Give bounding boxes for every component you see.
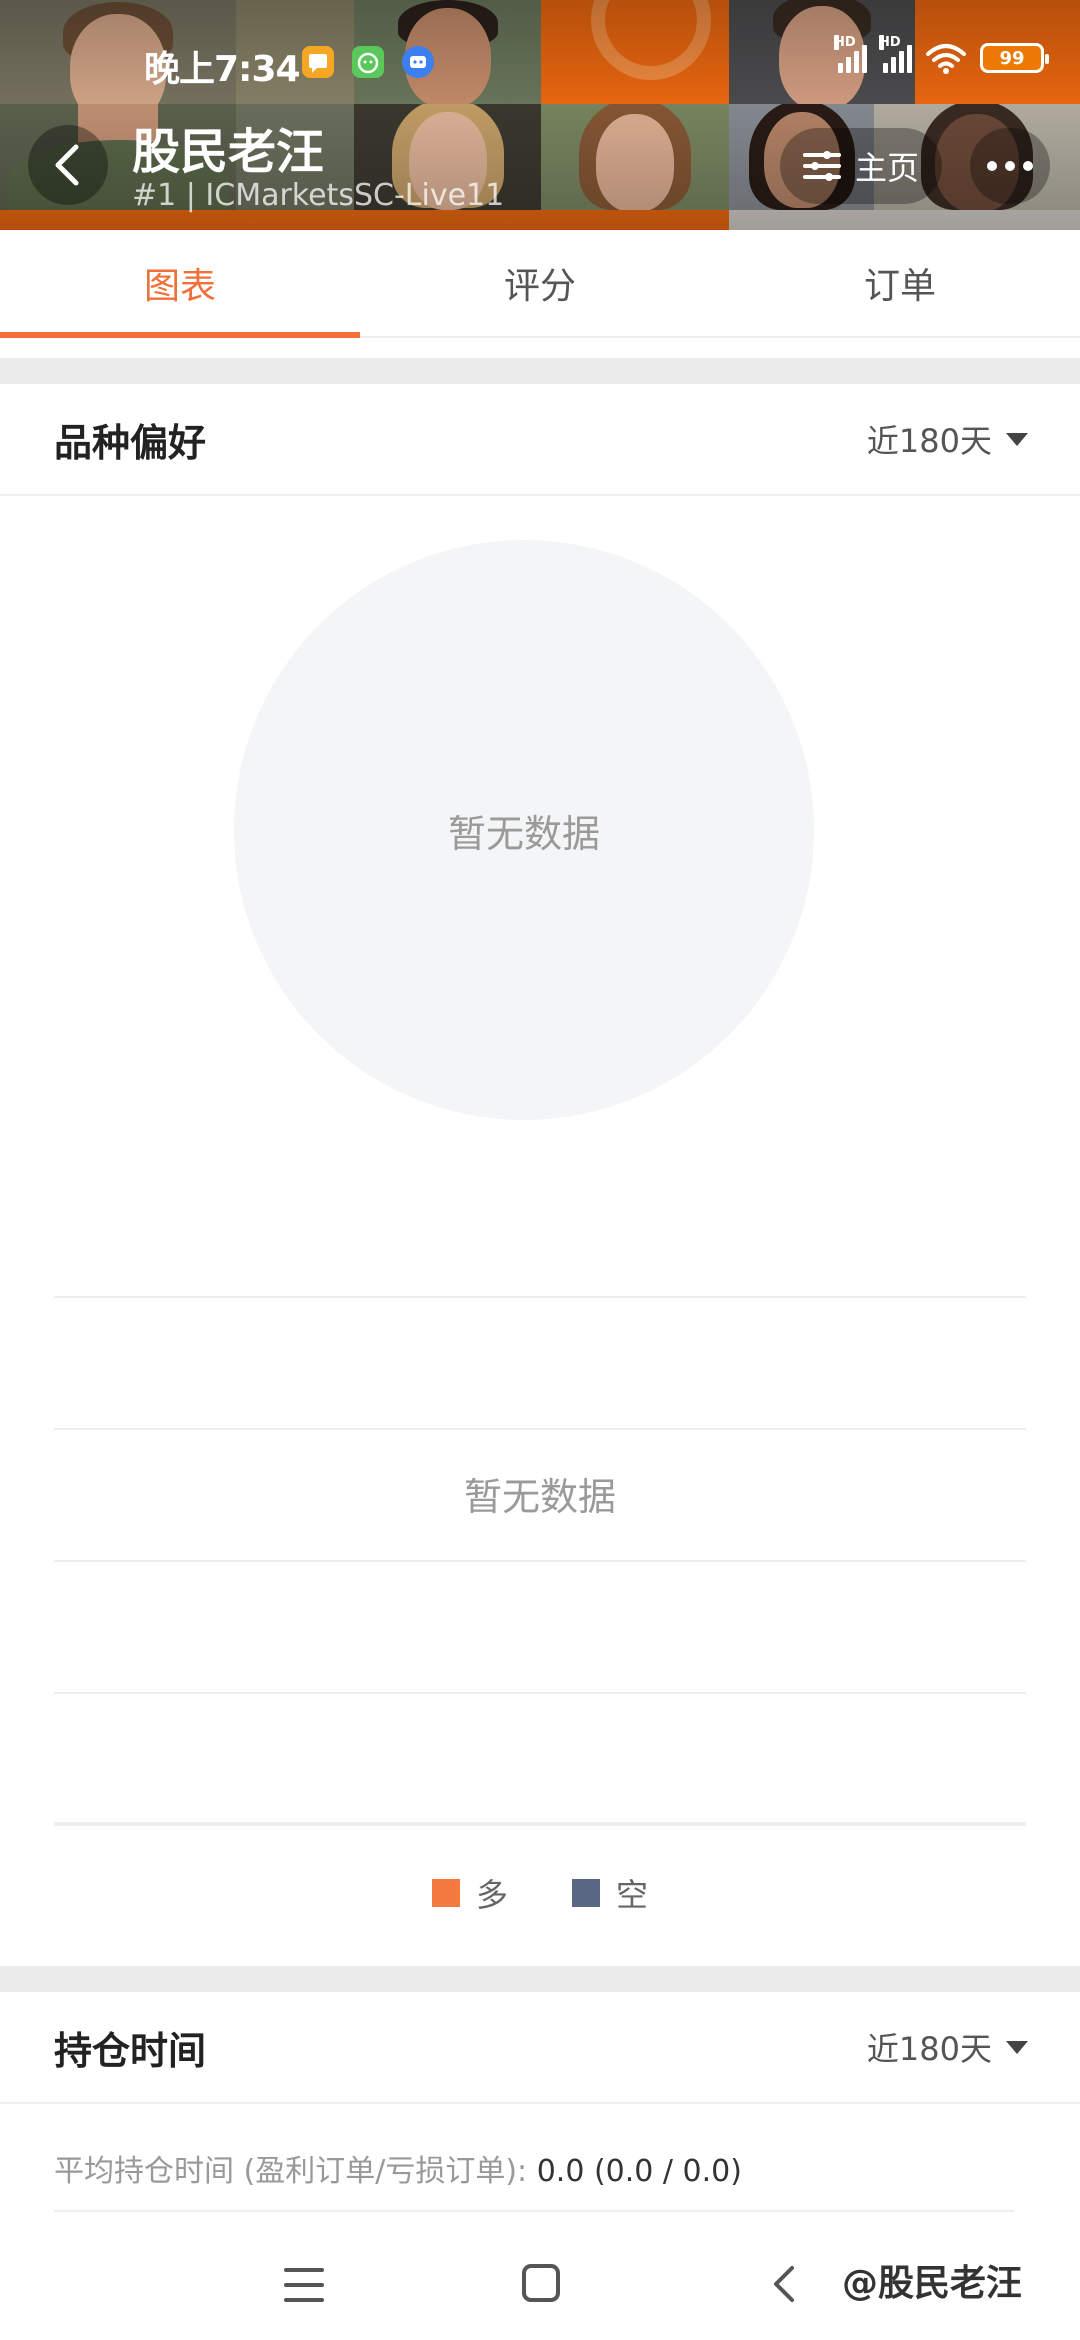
battery-icon: 99: [980, 43, 1049, 73]
more-options-icon[interactable]: [970, 128, 1050, 204]
legend-swatch: [572, 1879, 600, 1907]
filter-icon: [802, 151, 841, 181]
section-title: 品种偏好: [54, 420, 207, 465]
watermark-text: @股民老汪: [842, 2263, 1023, 2304]
legend-label: 空: [616, 1876, 649, 1914]
average-label: 平均持仓时间 (盈利订单/亏损订单):: [54, 2154, 528, 2189]
chart-legend: 多 空: [0, 1870, 1080, 1916]
gridline: [54, 1296, 1026, 1298]
tab-chart[interactable]: 图表: [0, 230, 360, 338]
chevron-left-icon: [55, 144, 79, 186]
baseline: [54, 1822, 1026, 1826]
variety-preference-header: 品种偏好 近180天: [0, 384, 1080, 496]
legend-swatch: [431, 1879, 460, 1907]
gridline: [54, 1692, 1026, 1694]
bar-chart-placeholder: 暂无数据: [54, 1296, 1026, 1826]
gridline: [54, 1428, 1026, 1430]
home-label: 主页: [854, 149, 919, 187]
empty-state-text: 暂无数据: [463, 1475, 616, 1519]
recent-apps-icon[interactable]: [284, 2268, 324, 2302]
range-label: 近180天: [866, 422, 992, 460]
legend-label: 多: [475, 1876, 508, 1914]
message-icon: [302, 46, 334, 78]
empty-state-text: 暂无数据: [447, 811, 600, 856]
holding-time-header: 持仓时间 近180天: [0, 1992, 1080, 2104]
signal-icon: HD: [834, 35, 867, 73]
caret-down-icon: [1006, 2040, 1028, 2054]
gridline: [54, 1560, 1026, 1562]
app-screen: 晚上7:34 HD HD 99 股民老汪 #1 | ICMarketsSC-Li…: [0, 0, 1080, 2340]
status-indicators: HD HD 99: [834, 35, 1049, 74]
section-title: 持仓时间: [54, 2028, 207, 2073]
home-button[interactable]: 主页: [780, 128, 942, 204]
pie-chart-placeholder: 暂无数据: [234, 540, 814, 1120]
account-subtitle: #1 | ICMarketsSC-Live11: [132, 178, 505, 213]
status-time: 晚上7:34: [144, 49, 301, 90]
page-title: 股民老汪: [132, 124, 325, 180]
average-value: 0.0 (0.0 / 0.0): [536, 2154, 742, 2189]
home-icon[interactable]: [522, 2264, 560, 2302]
average-holding-time: 平均持仓时间 (盈利订单/亏损订单): 0.0 (0.0 / 0.0): [54, 2146, 742, 2190]
profile-header: 晚上7:34 HD HD 99 股民老汪 #1 | ICMarketsSC-Li…: [0, 0, 1080, 230]
legend-item-short[interactable]: 空: [572, 1870, 648, 1916]
back-button[interactable]: [28, 125, 108, 205]
range-dropdown[interactable]: 近180天: [867, 2024, 1028, 2070]
tab-bar: 图表 评分 订单: [0, 230, 1080, 338]
wifi-icon: [924, 42, 968, 74]
tab-orders[interactable]: 订单: [720, 230, 1080, 336]
back-icon[interactable]: [766, 2264, 806, 2304]
range-label: 近180天: [866, 2030, 992, 2068]
legend-item-long[interactable]: 多: [431, 1870, 508, 1916]
range-dropdown[interactable]: 近180天: [867, 416, 1028, 462]
robot-app-icon: [402, 46, 434, 78]
android-icon: [352, 46, 384, 78]
section-divider: [0, 358, 1080, 384]
signal-icon: HD: [879, 35, 912, 73]
caret-down-icon: [1006, 432, 1028, 446]
section-divider: [0, 1966, 1080, 1992]
divider: [54, 2210, 1014, 2212]
tab-score[interactable]: 评分: [360, 230, 720, 336]
